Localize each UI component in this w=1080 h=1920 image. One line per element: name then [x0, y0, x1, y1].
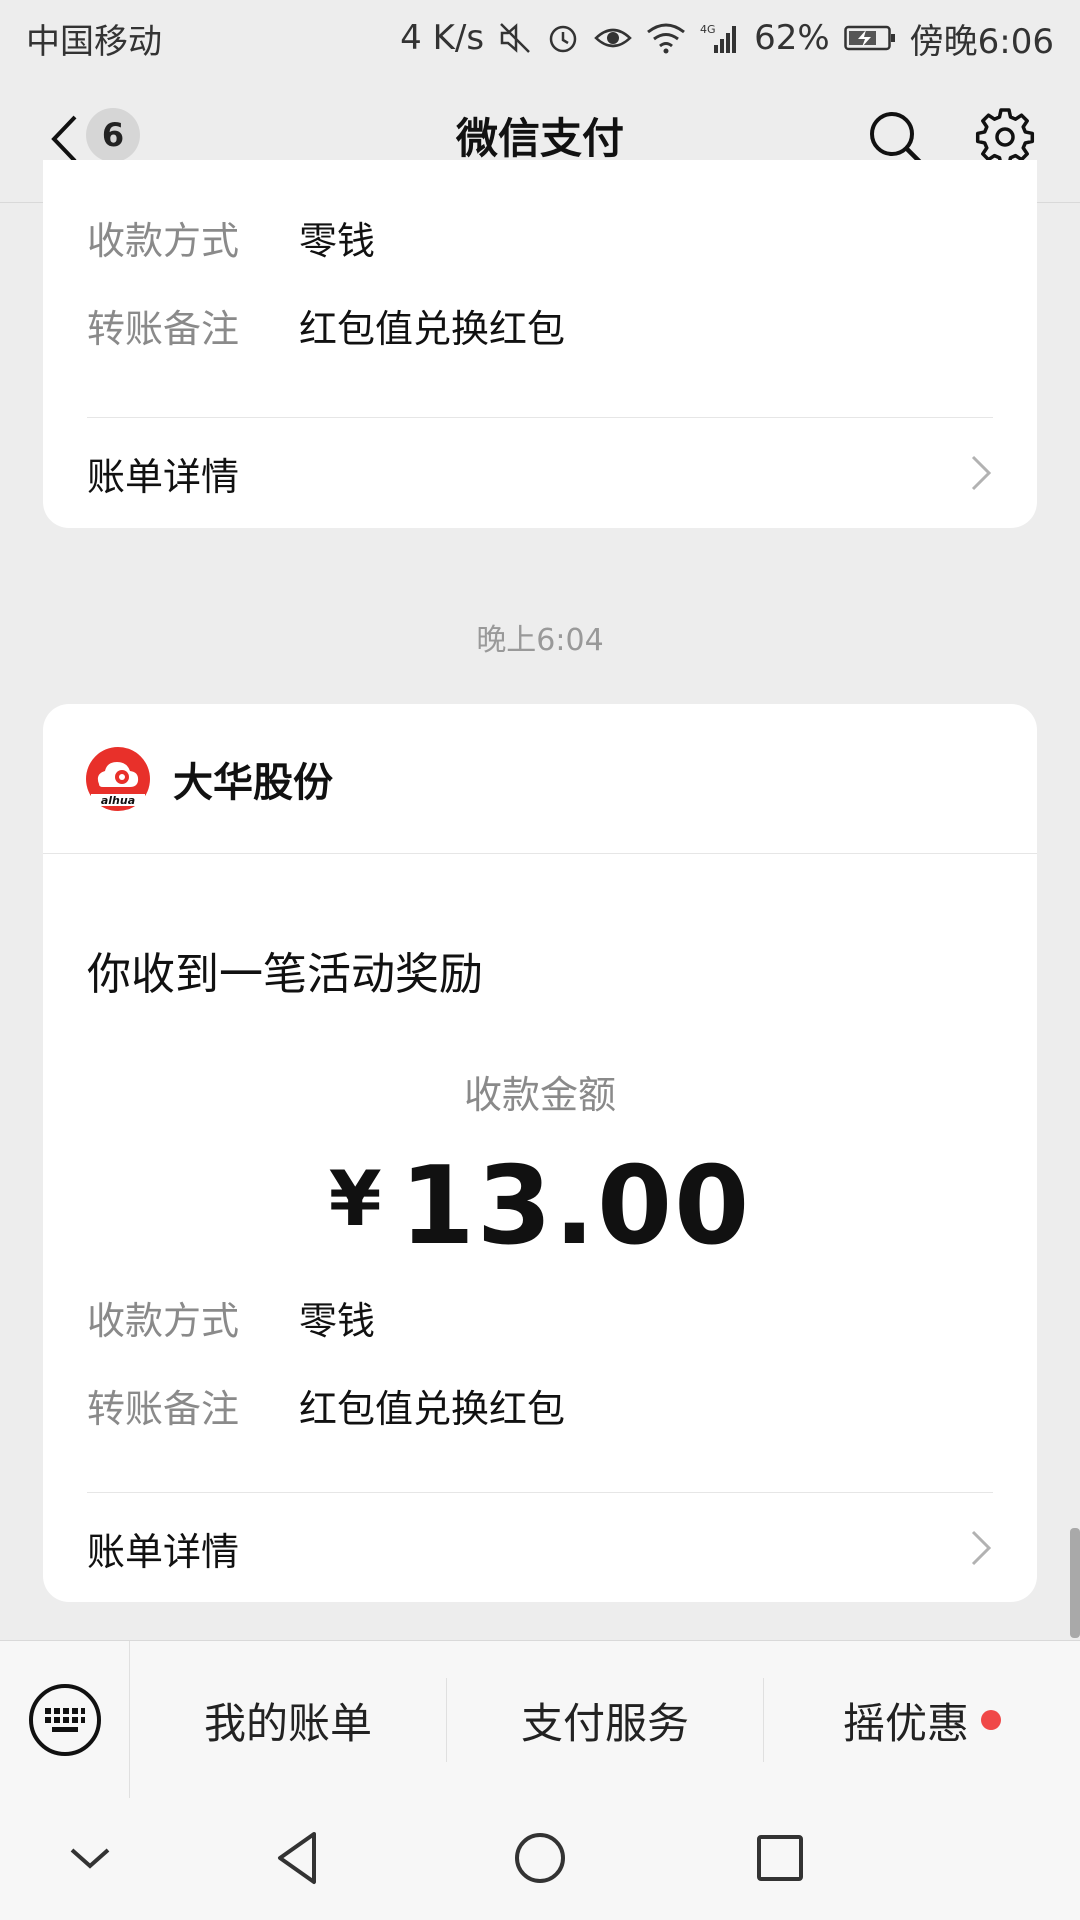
- transfer-note-value: 红包值兑换红包: [299, 307, 566, 351]
- back-button[interactable]: [40, 111, 88, 167]
- menu-payment-services-label: 支付服务: [520, 1698, 689, 1748]
- battery-charging-icon: [843, 24, 896, 52]
- currency-symbol: ¥: [328, 1154, 384, 1243]
- payment-method-label: 收款方式: [87, 1299, 240, 1343]
- chevron-right-icon: [971, 1530, 992, 1566]
- menu-shake-deals-label: 摇优惠: [842, 1698, 969, 1748]
- system-back-icon[interactable]: [270, 1828, 330, 1888]
- bottom-menu: 我的账单 支付服务 摇优惠: [0, 1640, 1080, 1799]
- message-timestamp: 晚上6:04: [476, 623, 604, 658]
- system-recents-icon[interactable]: [750, 1828, 810, 1888]
- transfer-note-label: 转账备注: [87, 1387, 240, 1431]
- search-button[interactable]: [866, 108, 926, 168]
- unread-count-badge: 6: [86, 108, 140, 162]
- menu-payment-services[interactable]: 支付服务: [447, 1678, 764, 1762]
- menu-my-bills[interactable]: 我的账单: [130, 1678, 447, 1762]
- clock: 傍晚6:06: [909, 21, 1054, 62]
- merchant-name: 大华股份: [173, 759, 333, 806]
- payment-card-previous: 收款方式 零钱 转账备注 红包值兑换红包 账单详情: [43, 160, 1037, 528]
- transfer-note-row: 转账备注 红包值兑换红包: [87, 298, 565, 353]
- payment-method-row: 收款方式 零钱: [87, 1290, 375, 1345]
- menu-my-bills-label: 我的账单: [203, 1698, 372, 1748]
- payment-card[interactable]: alhua 大华股份 你收到一笔活动奖励 收款金额 ¥13.00 收款方式 零钱…: [43, 704, 1037, 1602]
- search-icon: [870, 112, 924, 166]
- mute-icon: [498, 21, 532, 55]
- payment-method-value: 零钱: [299, 219, 376, 263]
- bill-details-label: 账单详情: [87, 454, 240, 499]
- system-home-icon[interactable]: [510, 1828, 570, 1888]
- transfer-note-label: 转账备注: [87, 307, 240, 351]
- transfer-note-row: 转账备注 红包值兑换红包: [87, 1378, 565, 1433]
- status-icons: 4 K/s 4G 62% 傍晚6:06: [400, 14, 1054, 63]
- amount-number: 13.00: [399, 1144, 752, 1269]
- system-nav-bar: [0, 1798, 1080, 1920]
- merchant-header: alhua 大华股份: [43, 704, 1037, 854]
- carrier-label: 中国移动: [26, 21, 162, 62]
- battery-percent: 62%: [754, 18, 830, 58]
- bill-details-link[interactable]: 账单详情: [43, 418, 1037, 528]
- amount-value: ¥13.00: [43, 1144, 1037, 1269]
- alarm-icon: [546, 21, 580, 55]
- signal-4g-icon: 4G: [700, 21, 740, 55]
- status-bar: 中国移动 4 K/s 4G 62% 傍晚6:06: [0, 0, 1080, 76]
- notification-dot: [981, 1710, 1001, 1730]
- svg-text:alhua: alhua: [101, 794, 135, 807]
- payment-method-value: 零钱: [299, 1299, 376, 1343]
- keyboard-toggle-button[interactable]: [0, 1641, 130, 1799]
- net-speed: 4 K/s: [400, 18, 485, 58]
- bill-details-link[interactable]: 账单详情: [43, 1493, 1037, 1602]
- eye-icon: [594, 23, 632, 53]
- menu-shake-deals[interactable]: 摇优惠: [764, 1678, 1080, 1762]
- dahua-logo: alhua: [86, 746, 150, 811]
- payment-method-row: 收款方式 零钱: [87, 210, 375, 265]
- scrollbar[interactable]: [1070, 1528, 1080, 1638]
- gear-icon: [975, 108, 1035, 167]
- wifi-icon: [646, 22, 686, 54]
- chevron-right-icon: [971, 455, 992, 491]
- bill-details-label: 账单详情: [87, 1529, 240, 1574]
- svg-text:4G: 4G: [700, 23, 716, 36]
- settings-button[interactable]: [974, 106, 1036, 168]
- notification-headline: 你收到一笔活动奖励: [87, 949, 483, 1000]
- back-arrow-icon: [51, 115, 77, 163]
- amount-label: 收款金额: [463, 1073, 616, 1117]
- payment-method-label: 收款方式: [87, 219, 240, 263]
- transfer-note-value: 红包值兑换红包: [299, 1387, 566, 1431]
- chevron-down-icon[interactable]: [60, 1828, 120, 1888]
- keyboard-icon: [28, 1684, 101, 1756]
